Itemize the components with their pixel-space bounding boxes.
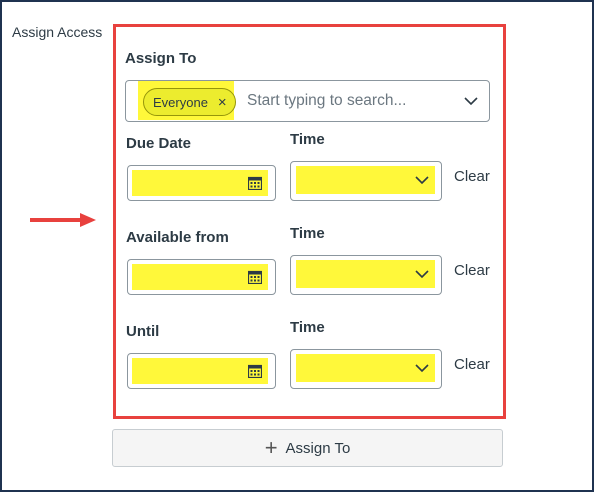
- available-clear-button[interactable]: Clear: [454, 262, 490, 279]
- available-time-select[interactable]: [290, 255, 442, 295]
- available-time-label: Time: [290, 225, 325, 242]
- everyone-token[interactable]: Everyone ×: [143, 88, 236, 116]
- available-from-label: Available from: [126, 229, 229, 246]
- plus-icon: +: [264, 435, 278, 460]
- until-date-input[interactable]: [127, 353, 276, 389]
- calendar-icon[interactable]: [248, 270, 262, 284]
- until-time-label: Time: [290, 319, 325, 336]
- callout-arrow-icon: [30, 213, 96, 227]
- search-placeholder: Start typing to search...: [247, 92, 407, 109]
- calendar-icon[interactable]: [248, 364, 262, 378]
- remove-token-icon[interactable]: ×: [218, 95, 227, 110]
- until-clear-button[interactable]: Clear: [454, 356, 490, 373]
- assign-to-heading: Assign To: [125, 50, 197, 67]
- until-label: Until: [126, 323, 160, 340]
- chevron-down-icon[interactable]: [415, 270, 429, 279]
- due-date-input[interactable]: [127, 165, 276, 201]
- due-time-select[interactable]: [290, 161, 442, 201]
- available-from-input[interactable]: [127, 259, 276, 295]
- chevron-down-icon[interactable]: [415, 176, 429, 185]
- token-label: Everyone: [153, 94, 208, 110]
- add-assign-to-label: Assign To: [285, 439, 351, 457]
- assign-to-input[interactable]: Everyone × Start typing to search...: [125, 80, 490, 122]
- assign-access-label: Assign Access: [12, 24, 103, 40]
- until-time-select[interactable]: [290, 349, 442, 389]
- chevron-down-icon[interactable]: [464, 97, 478, 106]
- due-date-label: Due Date: [126, 135, 192, 152]
- chevron-down-icon[interactable]: [415, 364, 429, 373]
- calendar-icon[interactable]: [248, 176, 262, 190]
- due-time-label: Time: [290, 131, 325, 148]
- due-clear-button[interactable]: Clear: [454, 168, 490, 185]
- add-assign-to-button[interactable]: + Assign To: [112, 429, 503, 467]
